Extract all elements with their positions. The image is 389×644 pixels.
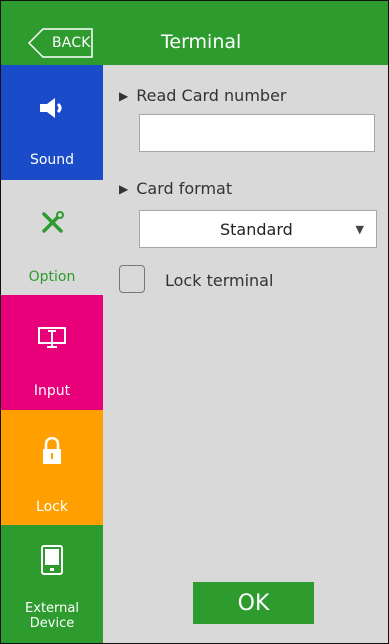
sidebar-item-input[interactable]: Input	[1, 295, 103, 410]
triangle-right-icon: ▶	[119, 182, 129, 196]
sidebar-item-lock[interactable]: Lock	[1, 410, 103, 525]
sidebar-item-label: Sound	[29, 152, 75, 168]
page-title: Terminal	[161, 31, 242, 53]
triangle-right-icon: ▶	[119, 89, 129, 103]
sidebar-item-external-device[interactable]: External Device	[1, 525, 103, 643]
lock-terminal-checkbox[interactable]	[119, 265, 145, 293]
back-label: BACK	[52, 35, 91, 51]
sidebar-item-label-line2: Device	[29, 616, 75, 631]
read-card-row: ▶ Read Card number	[119, 86, 286, 105]
card-format-select[interactable]: Standard ▼	[139, 210, 377, 248]
sidebar-item-sound[interactable]: Sound	[1, 65, 103, 180]
main-content: ▶ Read Card number ▶ Card format Standard …	[103, 65, 388, 643]
ok-button[interactable]: OK	[193, 582, 314, 624]
speaker-icon	[1, 97, 103, 123]
read-card-input[interactable]	[139, 114, 375, 152]
tools-icon	[1, 210, 103, 238]
sidebar: Sound Option Input Lock External Device	[1, 65, 103, 643]
monitor-icon	[1, 327, 103, 353]
card-format-row: ▶ Card format	[119, 179, 232, 198]
card-format-label: Card format	[136, 179, 233, 198]
sidebar-item-label: Lock	[36, 499, 68, 515]
read-card-label: Read Card number	[136, 86, 287, 105]
padlock-icon	[1, 436, 103, 469]
device-icon	[1, 545, 103, 579]
card-format-value: Standard	[220, 220, 293, 239]
terminal-settings-screen: BACK Terminal Sound Option Input Lock Ex…	[0, 0, 389, 644]
sidebar-item-label: Option	[28, 269, 76, 285]
sidebar-item-label: External	[25, 601, 79, 616]
back-button[interactable]: BACK	[28, 28, 94, 58]
dropdown-arrow-icon: ▼	[355, 223, 364, 236]
sidebar-item-option[interactable]: Option	[1, 180, 103, 295]
lock-terminal-label[interactable]: Lock terminal	[165, 271, 273, 290]
sidebar-item-label: Input	[33, 383, 71, 399]
header-bar: BACK Terminal	[1, 1, 388, 65]
